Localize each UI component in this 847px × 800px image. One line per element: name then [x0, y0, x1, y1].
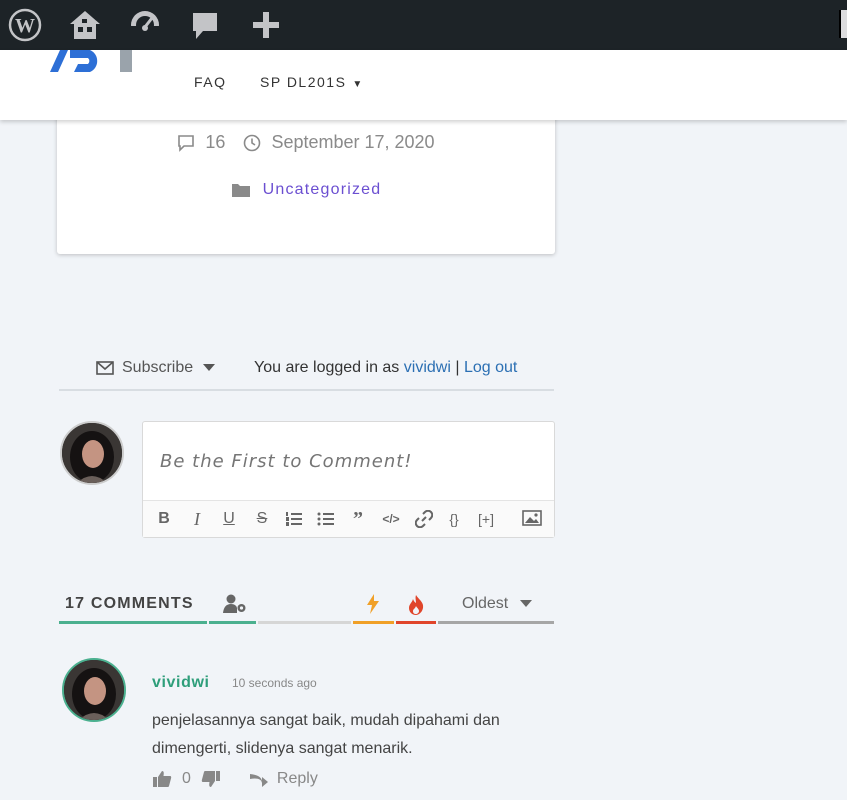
avatar: [60, 421, 124, 485]
lightning-icon[interactable]: [366, 594, 380, 619]
reply-link[interactable]: Reply: [277, 770, 318, 788]
comment-text: penjelasannya sangat baik, mudah dipaham…: [152, 712, 500, 757]
sort-dropdown[interactable]: Oldest: [462, 595, 533, 613]
category-link[interactable]: Uncategorized: [263, 181, 382, 199]
post-date: September 17, 2020: [271, 132, 435, 152]
comment-bubble-icon: [177, 134, 195, 152]
envelope-icon: [96, 361, 114, 375]
post-comment-count[interactable]: 16: [205, 132, 225, 153]
clock-icon: [243, 134, 261, 152]
editor-toolbar: B I U S ” </> {} [+]: [143, 500, 554, 537]
wordpress-icon[interactable]: W: [7, 7, 43, 43]
comments-count: 17 COMMENTS: [65, 595, 194, 612]
nav-sp-dl201s[interactable]: SP DL201S ▼: [260, 74, 364, 90]
nav-faq-label: FAQ: [194, 74, 227, 90]
post-meta: 16 September 17, 2020: [57, 132, 555, 153]
comments-icon[interactable]: [187, 7, 223, 43]
strikethrough-icon[interactable]: S: [253, 509, 271, 529]
underline-icon[interactable]: U: [220, 509, 238, 529]
svg-text:W: W: [15, 15, 35, 37]
comment-actions: 0 Reply: [152, 770, 318, 788]
admin-bar: W: [0, 0, 847, 50]
tab-underline-hottest: [396, 621, 436, 624]
thumbs-up-icon[interactable]: [152, 770, 172, 788]
bold-icon[interactable]: B: [155, 509, 173, 529]
fire-icon[interactable]: [407, 594, 425, 621]
blockquote-icon[interactable]: ”: [349, 508, 367, 530]
caret-down-icon: [520, 600, 533, 608]
subscribe-bar: Subscribe You are logged in as vividwi |…: [59, 355, 554, 391]
sort-label: Oldest: [462, 595, 509, 612]
spoiler-icon[interactable]: [+]: [473, 509, 499, 529]
comment-author[interactable]: vividwi: [152, 674, 210, 692]
source-code-icon[interactable]: {}: [443, 509, 465, 529]
username-link[interactable]: vividwi: [404, 359, 451, 376]
tab-underline-count: [59, 621, 207, 624]
site-header: FAQ SP DL201S ▼: [0, 50, 847, 120]
tab-underline-gap: [209, 621, 256, 624]
tab-underline-trending: [353, 621, 394, 624]
logged-in-status: You are logged in as vividwi | Log out: [254, 359, 517, 377]
new-content-icon[interactable]: [248, 7, 284, 43]
account-avatar-edge[interactable]: [839, 10, 847, 38]
my-sites-icon[interactable]: [67, 7, 103, 43]
image-icon[interactable]: [521, 508, 543, 528]
dashboard-icon[interactable]: [127, 7, 163, 43]
thumbs-down-icon[interactable]: [201, 770, 221, 788]
post-card: 16 September 17, 2020 Uncategorized: [57, 100, 555, 254]
comment-time[interactable]: 10 seconds ago: [232, 676, 317, 690]
comments-header: 17 COMMENTS Oldest: [59, 590, 554, 624]
tab-underline-sort: [438, 621, 554, 624]
logged-in-prefix: You are logged in as: [254, 359, 400, 376]
tab-underline-rest: [258, 621, 351, 624]
logout-link[interactable]: Log out: [464, 359, 517, 376]
user-settings-icon[interactable]: [223, 594, 247, 619]
ordered-list-icon[interactable]: [285, 509, 303, 529]
subscribe-label: Subscribe: [122, 359, 194, 376]
subscribe-dropdown[interactable]: Subscribe: [96, 359, 216, 377]
unordered-list-icon[interactable]: [317, 509, 335, 529]
reply-icon[interactable]: [249, 771, 269, 787]
folder-icon: [231, 182, 251, 198]
code-icon[interactable]: </>: [381, 509, 401, 529]
comment-input[interactable]: [143, 422, 554, 500]
nav-sp-dl201s-label: SP DL201S: [260, 74, 347, 90]
nav-faq[interactable]: FAQ: [194, 74, 227, 90]
italic-icon[interactable]: I: [188, 509, 206, 529]
separator: |: [455, 359, 460, 376]
vote-count: 0: [182, 770, 191, 787]
comment-author-avatar[interactable]: [62, 658, 126, 722]
comment-editor: B I U S ” </> {} [+]: [142, 421, 555, 538]
link-icon[interactable]: [414, 509, 434, 529]
caret-down-icon: [203, 364, 216, 372]
caret-down-icon: ▼: [352, 79, 364, 90]
site-logo[interactable]: [46, 50, 136, 74]
post-category: Uncategorized: [57, 181, 555, 199]
